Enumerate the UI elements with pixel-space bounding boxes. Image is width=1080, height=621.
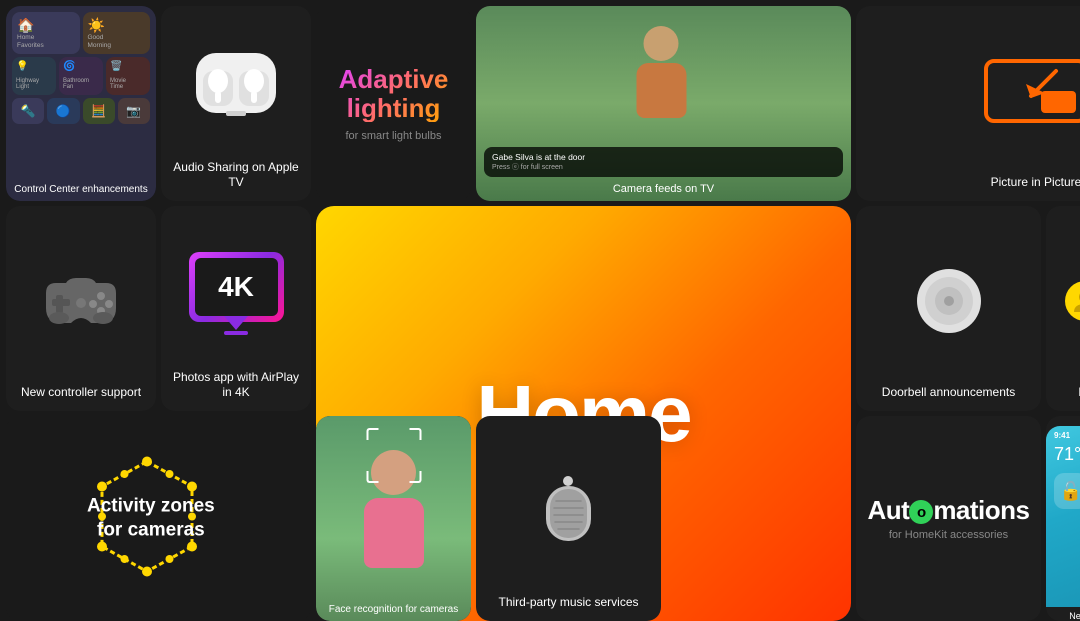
auto-pre: Aut [867,495,909,525]
tile-4k: 4K Photos app with AirPlay in 4K [161,206,311,411]
homepod-icon [536,471,601,551]
tile-activity-zones: Activity zones for cameras [6,416,311,621]
4k-label: Photos app with AirPlay in 4K [171,370,301,401]
camera-feeds-label: Camera feeds on TV [476,183,851,195]
tile-automations: Automations for HomeKit accessories [856,416,1041,621]
automations-title: Automations [867,496,1029,525]
activity-zones-title: Activity zones for cameras [75,494,228,543]
tile-face-recognition: Face recognition for cameras [316,416,471,621]
tile-adaptive-lighting: Adaptivelighting for smart light bulbs [316,6,471,201]
music-label: Third-party music services [498,595,638,611]
automations-subtitle: for HomeKit accessories [867,529,1029,541]
main-grid: 🏠 HomeFavorites ☀️ GoodMorning 💡 Highway… [0,0,1080,605]
visual-status-label: New visual status in Home app [1065,607,1080,621]
tile-visual-status: 9:41 ▲▲▲ WiFi 🔋 71° 🔓 🏠 💡 🎵 New visual s… [1046,416,1080,621]
tile-audio-sharing: Audio Sharing on Apple TV [161,6,311,201]
tile-camera-feeds: Gabe Silva is at the door Press ⓔ for fu… [476,6,851,201]
tile-music: Third-party music services [476,416,661,621]
tile-controller: New controller support [6,206,156,411]
tile-doorbell: Doorbell announcements [856,206,1041,411]
controller-icon [31,268,131,333]
doorbell-label: Doorbell announcements [882,385,1015,401]
pip-label: Picture in Picture [991,175,1080,191]
tile-control-center: 🏠 HomeFavorites ☀️ GoodMorning 💡 Highway… [6,6,156,201]
controller-label: New controller support [21,385,141,401]
phone-temp: 71° [1046,440,1080,469]
adaptive-subtitle: for smart light bulbs [346,130,442,142]
tile-pip: Picture in Picture [856,6,1080,201]
auto-o-icon: o [909,500,933,524]
adaptive-title: Adaptivelighting [339,65,449,122]
avatar-1 [1065,281,1080,321]
audio-label: Audio Sharing on Apple TV [171,160,301,191]
auto-post: mations [933,495,1029,525]
pip-icon [981,56,1080,136]
face-recognition-label: Face recognition for cameras [316,604,471,615]
airpods-icon [181,43,291,133]
control-center-label: Control Center enhancements [12,179,150,201]
camera-notification-sub: Press ⓔ for full screen [492,162,835,172]
camera-notification-name: Gabe Silva is at the door [492,152,835,162]
doorbell-icon [914,266,984,336]
phone-time: 9:41 [1054,431,1070,440]
tile-multiuser: Multiuser for games [1046,206,1080,411]
